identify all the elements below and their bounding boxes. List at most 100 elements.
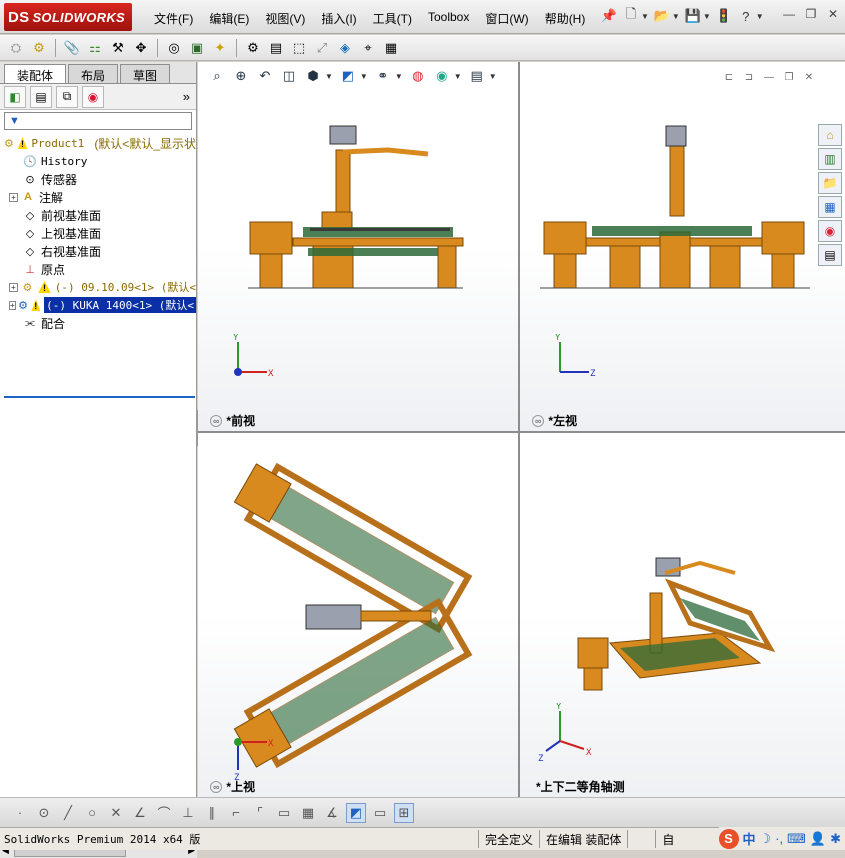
intersection-icon[interactable]: ✕	[106, 803, 126, 823]
link-views-icon[interactable]: ⊏	[722, 70, 736, 84]
chevron-down-icon[interactable]: ▼	[756, 12, 764, 21]
appearances-icon[interactable]: ◉	[818, 220, 842, 242]
quadrant-icon[interactable]: ⌜	[250, 803, 270, 823]
grid-x-icon[interactable]: ▭	[274, 803, 294, 823]
corner-icon[interactable]: ⌐	[226, 803, 246, 823]
hide-show-items-icon[interactable]: ⚭	[374, 67, 392, 85]
point-icon[interactable]: ·	[10, 803, 30, 823]
menu-help[interactable]: 帮助(H)	[537, 8, 594, 29]
tree-node-mates[interactable]: ⫘ 配合	[0, 314, 196, 332]
feature-manager-icon[interactable]: ◧	[4, 85, 26, 108]
show-hidden-icon[interactable]: ◎	[164, 38, 184, 58]
sogou-logo[interactable]: S	[718, 828, 739, 849]
chevron-down-icon[interactable]: ▼	[489, 72, 497, 81]
center-point-icon[interactable]: ⊙	[34, 803, 54, 823]
pattern-icon[interactable]: ⚏	[85, 38, 105, 58]
viewport-isometric[interactable]: Y Z X *上下二等角轴测	[520, 433, 845, 797]
scene-icon[interactable]: ◉	[433, 67, 451, 85]
menu-toolbox[interactable]: Toolbox	[420, 8, 477, 29]
traffic-light-icon[interactable]: 🚦	[715, 6, 733, 26]
minimize-icon[interactable]: —	[781, 6, 797, 22]
view-orientation-icon[interactable]: ⬢	[304, 67, 322, 85]
user-icon[interactable]: 👤	[810, 831, 826, 847]
tree-node-root[interactable]: ⚙ ! Product1 (默认<默认_显示状	[0, 134, 196, 152]
viewport-top[interactable]: X Z ∞ *上视	[198, 433, 518, 797]
angle-icon[interactable]: ∠	[130, 803, 150, 823]
custom-properties-icon[interactable]: ▤	[818, 244, 842, 266]
horizontal-viewport-splitter[interactable]	[198, 431, 845, 433]
chevron-down-icon[interactable]: ▼	[703, 12, 711, 21]
tree-node-subassembly-kuka[interactable]: + ⚙ ! (-) KUKA 1400<1> (默认<	[0, 296, 196, 314]
moon-icon[interactable]: ☽	[760, 831, 772, 847]
zoom-to-area-icon[interactable]: ⊕	[232, 67, 250, 85]
new-motion-study-icon[interactable]: ⚙	[243, 38, 263, 58]
chevron-down-icon[interactable]: ▼	[360, 72, 368, 81]
perpendicular-icon[interactable]: ⊥	[178, 803, 198, 823]
smart-fasteners-icon[interactable]: ⚒	[108, 38, 128, 58]
viewport-left[interactable]: Y Z ∞ *左视	[520, 62, 845, 431]
tab-assembly[interactable]: 装配体	[4, 64, 67, 83]
chevron-down-icon[interactable]: ▼	[325, 72, 333, 81]
line-icon[interactable]: ╱	[58, 803, 78, 823]
menu-edit[interactable]: 编辑(E)	[201, 8, 257, 29]
chevron-down-icon[interactable]: ▼	[454, 72, 462, 81]
file-explorer-icon[interactable]: 📁	[818, 172, 842, 194]
edit-component-icon[interactable]: ⛭	[6, 38, 26, 58]
chevron-down-icon[interactable]: ▼	[395, 72, 403, 81]
chevron-down-icon[interactable]: ▼	[641, 12, 649, 21]
pin-icon[interactable]: 📌	[600, 6, 618, 26]
property-manager-icon[interactable]: ▤	[30, 85, 52, 108]
appearance-icon[interactable]: ◍	[409, 67, 427, 85]
exploded-view-icon[interactable]: ⬚	[289, 38, 309, 58]
settings-icon[interactable]: ✱	[830, 831, 841, 847]
previous-view-icon[interactable]: ↶	[256, 67, 274, 85]
vertical-viewport-splitter[interactable]	[518, 62, 520, 797]
solidworks-logo[interactable]: DS SOLIDWORKS	[4, 3, 132, 31]
tangent-icon[interactable]: ⌒	[154, 803, 174, 823]
tree-filter[interactable]: ▼	[4, 112, 192, 130]
unlink-views-icon[interactable]: ⊐	[742, 70, 756, 84]
rollback-bar[interactable]	[4, 396, 195, 398]
tree-node-right-plane[interactable]: ◇ 右视基准面	[0, 242, 196, 260]
reference-geometry-icon[interactable]: ✦	[210, 38, 230, 58]
menu-file[interactable]: 文件(F)	[146, 8, 201, 29]
save-icon[interactable]: 💾	[684, 6, 702, 26]
menu-view[interactable]: 视图(V)	[257, 8, 313, 29]
tree-node-top-plane[interactable]: ◇ 上视基准面	[0, 224, 196, 242]
tree-node-origin[interactable]: ⊥ 原点	[0, 260, 196, 278]
close-icon[interactable]: ✕	[825, 6, 841, 22]
view-settings-icon[interactable]: ▤	[468, 67, 486, 85]
section-view-icon[interactable]: ◫	[280, 67, 298, 85]
instant3d-icon[interactable]: ▦	[381, 38, 401, 58]
tab-layout[interactable]: 布局	[68, 64, 119, 83]
expand-icon[interactable]: +	[9, 282, 18, 292]
help-icon[interactable]: ?	[737, 6, 755, 26]
new-document-icon[interactable]: 🗋	[622, 6, 640, 26]
four-view-icon[interactable]: ⊞	[394, 802, 414, 823]
mate-icon[interactable]: 📎	[62, 38, 82, 58]
chevron-down-icon[interactable]: ▼	[672, 12, 680, 21]
shaded-display-icon[interactable]: ◩	[346, 802, 366, 823]
tree-node-front-plane[interactable]: ◇ 前视基准面	[0, 206, 196, 224]
clearance-icon[interactable]: ⌖	[358, 38, 378, 58]
bill-of-materials-icon[interactable]: ▤	[266, 38, 286, 58]
open-icon[interactable]: 📂	[653, 6, 671, 26]
display-manager-icon[interactable]: ◉	[82, 85, 104, 108]
parallel-icon[interactable]: ∥	[202, 803, 222, 823]
tree-node-annotations[interactable]: + A 注解	[0, 188, 196, 206]
tab-sketch[interactable]: 草图	[120, 64, 171, 83]
interference-icon[interactable]: ◈	[335, 38, 355, 58]
tree-node-history[interactable]: 🕓 History	[0, 152, 196, 170]
tree-node-subassembly-0910[interactable]: + ⚙ ! (-) 09.10.09<1> (默认<	[0, 278, 196, 296]
expand-panel-icon[interactable]: »	[183, 89, 190, 104]
viewport-front[interactable]: Y X ∞ *前视	[198, 62, 518, 431]
menu-tools[interactable]: 工具(T)	[365, 8, 420, 29]
explode-line-icon[interactable]: ⤢	[312, 38, 332, 58]
angle-snap-icon[interactable]: ∡	[322, 803, 342, 823]
configuration-manager-icon[interactable]: ⧉	[56, 85, 78, 108]
punctuation-icon[interactable]: ·,	[775, 831, 783, 846]
move-component-icon[interactable]: ✥	[131, 38, 151, 58]
keyboard-icon[interactable]: ⌨	[787, 831, 806, 847]
viewport-restore-icon[interactable]: ❐	[782, 70, 796, 84]
single-view-icon[interactable]: ▭	[370, 803, 390, 823]
